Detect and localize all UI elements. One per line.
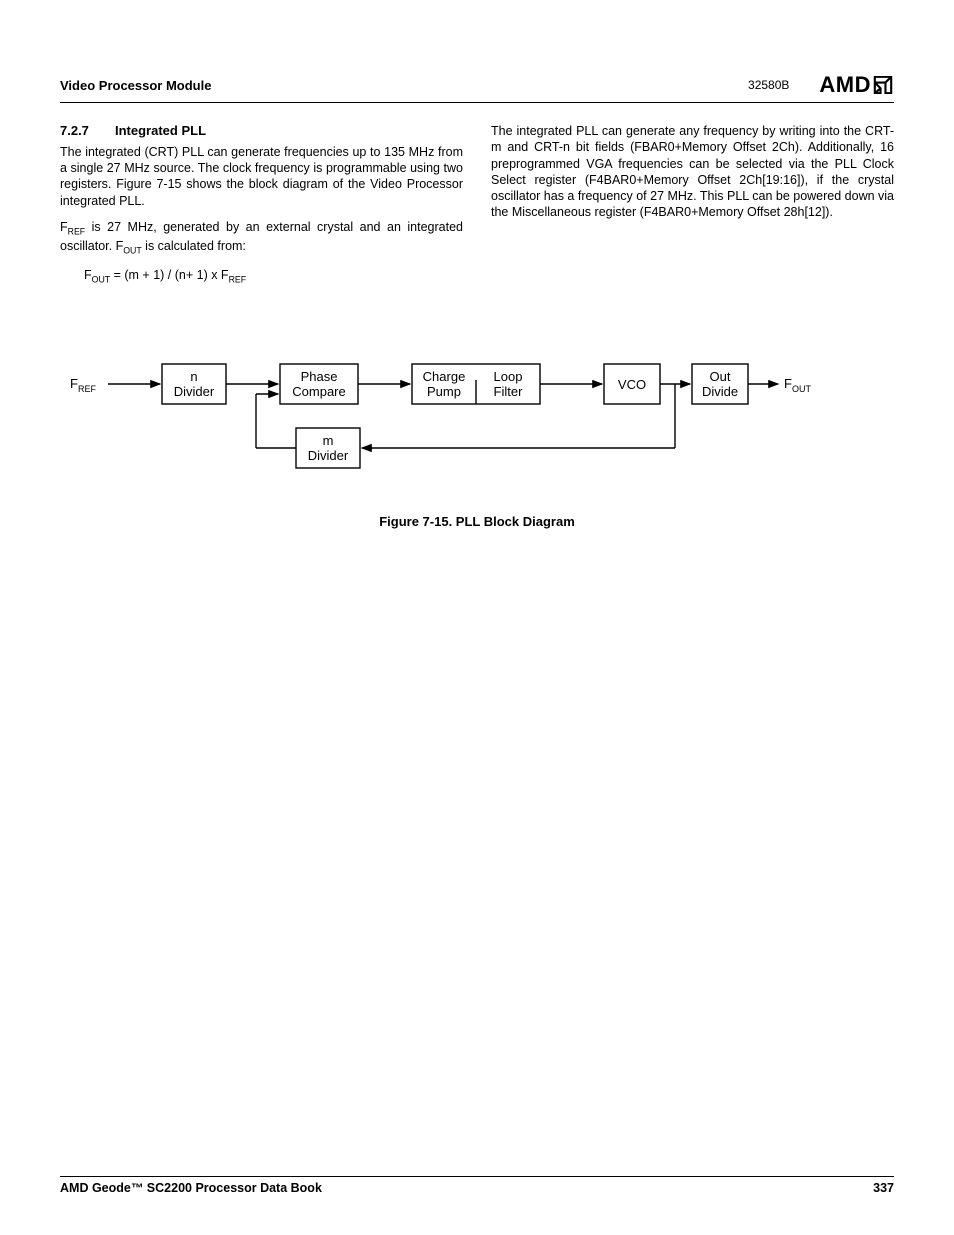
doc-number: 32580B — [748, 78, 789, 92]
svg-text:Divide: Divide — [702, 384, 738, 399]
svg-text:m: m — [323, 433, 334, 448]
svg-text:Divider: Divider — [308, 448, 349, 463]
svg-text:Compare: Compare — [292, 384, 345, 399]
formula: FOUT = (m + 1) / (n+ 1) x FREF — [84, 267, 463, 286]
svg-text:VCO: VCO — [618, 377, 646, 392]
header-bar: Video Processor Module 32580B AMD — [60, 72, 894, 103]
svg-text:Pump: Pump — [427, 384, 461, 399]
paragraph: The integrated (CRT) PLL can generate fr… — [60, 144, 463, 209]
left-column: 7.2.7Integrated PLL The integrated (CRT)… — [60, 123, 463, 294]
amd-logo: AMD — [819, 72, 894, 98]
section-title: 7.2.7Integrated PLL — [60, 123, 463, 140]
paragraph: FREF is 27 MHz, generated by an external… — [60, 219, 463, 257]
fout-label: FOUT — [784, 376, 811, 394]
svg-text:Loop: Loop — [494, 369, 523, 384]
svg-text:Phase: Phase — [301, 369, 338, 384]
right-column: The integrated PLL can generate any freq… — [491, 123, 894, 294]
fref-label: FREF — [70, 376, 96, 394]
svg-text:Charge: Charge — [423, 369, 466, 384]
page-number: 337 — [873, 1181, 894, 1195]
svg-text:Filter: Filter — [494, 384, 524, 399]
footer-left: AMD Geode™ SC2200 Processor Data Book — [60, 1181, 322, 1195]
svg-text:n: n — [190, 369, 197, 384]
footer-bar: AMD Geode™ SC2200 Processor Data Book 33… — [60, 1176, 894, 1195]
svg-text:Out: Out — [710, 369, 731, 384]
figure-caption: Figure 7-15. PLL Block Diagram — [60, 514, 894, 529]
paragraph: The integrated PLL can generate any freq… — [491, 123, 894, 221]
svg-text:Divider: Divider — [174, 384, 215, 399]
header-left: Video Processor Module — [60, 78, 211, 93]
body-columns: 7.2.7Integrated PLL The integrated (CRT)… — [60, 123, 894, 294]
pll-block-diagram: FREF n Divider Phase Compare Charge Pump… — [60, 350, 894, 500]
